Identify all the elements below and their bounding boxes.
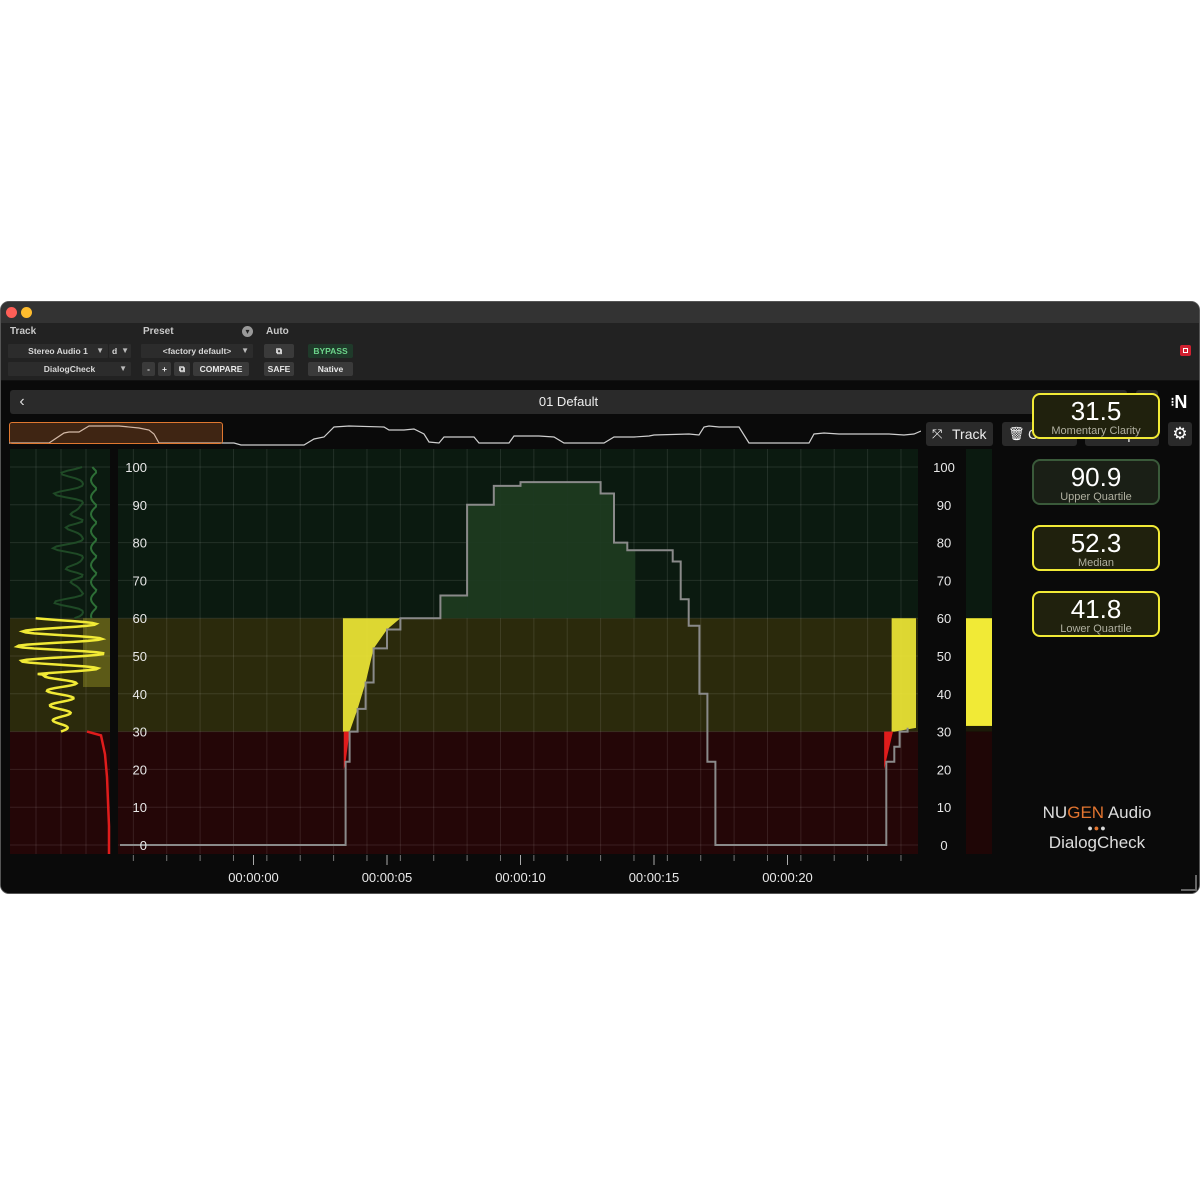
readout-value: 90.9 [1070, 462, 1122, 492]
x-tick-label: 00:00:05 [362, 870, 413, 885]
title-bar [1, 302, 1199, 323]
y-tick-label: 10 [133, 800, 147, 815]
y-tick-label-right: 70 [937, 573, 951, 588]
nugen-logo-icon[interactable]: ⁝N [1167, 390, 1191, 414]
track-icon: ⤧ [932, 426, 943, 441]
trash-icon: 🗑 [1008, 426, 1025, 441]
y-tick-label: 90 [133, 498, 147, 513]
track-name: Stereo Audio 1 [28, 346, 88, 356]
meter-zone-green [966, 449, 992, 619]
track-button[interactable]: ⤧ Track [926, 422, 993, 446]
area-fill-yellow [891, 618, 916, 732]
x-tick-label: 00:00:10 [495, 870, 546, 885]
readout-value: 41.8 [1070, 594, 1122, 624]
compare-button[interactable]: COMPARE [193, 362, 249, 376]
safe-button[interactable]: SAFE [264, 362, 294, 376]
track-selector[interactable]: Stereo Audio 1 ▼ [8, 344, 108, 358]
chevron-left-icon[interactable]: ‹ [10, 390, 34, 414]
preset-prev-button[interactable]: - [142, 362, 155, 376]
native-button[interactable]: Native [308, 362, 353, 376]
insert-selector[interactable]: DialogCheck ▼ [8, 362, 131, 376]
chevron-down-icon: ▼ [96, 346, 104, 355]
readout-upper-quartile: 90.9 Upper Quartile [1032, 459, 1160, 505]
resize-handle-icon[interactable] [1181, 875, 1197, 891]
x-tick-label: 00:00:20 [762, 870, 813, 885]
meter-zone-red [966, 731, 992, 854]
preset-next-button[interactable]: + [158, 362, 171, 376]
y-tick-label: 50 [133, 649, 147, 664]
readout-value: 31.5 [1070, 396, 1122, 426]
preset-bar: 01 Default ‹ › [10, 390, 1127, 414]
y-tick-label-right: 0 [940, 838, 947, 853]
readout-label: Median [1077, 557, 1115, 569]
chevron-down-icon: ▼ [241, 346, 249, 355]
y-tick-label: 30 [133, 725, 147, 740]
clarity-meter-bar [966, 618, 992, 726]
brand-logo: NUGEN Audio ●●● DialogCheck [1021, 803, 1173, 853]
chevron-down-icon: ▼ [119, 364, 127, 373]
track-channel-selector[interactable]: d ▼ [109, 344, 131, 358]
y-tick-label: 0 [140, 838, 147, 853]
y-tick-label-right: 60 [937, 611, 951, 626]
automation-icon[interactable]: ⧉ [264, 344, 294, 358]
overview-selection[interactable] [9, 422, 223, 444]
y-tick-label: 20 [133, 762, 147, 777]
y-tick-label: 100 [125, 460, 147, 475]
readout-value: 52.3 [1070, 528, 1122, 558]
gear-icon[interactable]: ⚙ [1168, 422, 1192, 446]
y-tick-label-right: 90 [937, 498, 951, 513]
preset-menu-icon[interactable]: ▾ [242, 326, 253, 337]
readout-label: Lower Quartile [1060, 623, 1132, 635]
readout-median: 52.3 Median [1032, 525, 1160, 571]
chevron-down-icon: ▼ [121, 346, 129, 355]
copy-settings-icon[interactable]: ⧉ [174, 362, 190, 376]
y-tick-label-right: 80 [937, 536, 951, 551]
readout-label: Momentary Clarity [1051, 425, 1141, 437]
histogram-divider [110, 449, 118, 854]
timeline-overview[interactable] [9, 421, 921, 447]
preset-title[interactable]: 01 Default [10, 390, 1127, 414]
preset-label: Preset [143, 326, 174, 337]
y-tick-label-right: 50 [937, 649, 951, 664]
y-tick-label-right: 30 [937, 725, 951, 740]
dialogcheck-plugin: 01 Default ‹ › ? ⁝N ⤧ Track 🗑 Clear ⇪ Ex… [1, 381, 1199, 893]
clip-indicator-icon[interactable] [1180, 345, 1191, 356]
close-window-button[interactable] [6, 307, 17, 318]
bypass-button[interactable]: BYPASS [308, 344, 353, 358]
product-name: DialogCheck [1048, 833, 1146, 852]
preset-selector[interactable]: <factory default> ▼ [141, 344, 253, 358]
plugin-window: Track Preset ▾ Auto Stereo Audio 1 ▼ d ▼… [1, 302, 1199, 893]
zone-red [10, 731, 918, 854]
y-tick-label: 80 [133, 536, 147, 551]
auto-label: Auto [266, 326, 289, 337]
track-suffix: d [112, 346, 118, 356]
y-tick-label: 60 [133, 611, 147, 626]
readout-label: Upper Quartile [1060, 491, 1132, 503]
y-tick-label-right: 20 [937, 762, 951, 777]
host-header: Track Preset ▾ Auto Stereo Audio 1 ▼ d ▼… [1, 323, 1199, 381]
y-tick-label-right: 10 [937, 800, 951, 815]
y-tick-label-right: 40 [937, 687, 951, 702]
brand-dots-icon: ●●● [1087, 823, 1107, 833]
readout-momentary-clarity: 31.5 Momentary Clarity [1032, 393, 1160, 439]
x-tick-label: 00:00:00 [228, 870, 279, 885]
zone-yellow [10, 618, 918, 732]
minimize-window-button[interactable] [21, 307, 32, 318]
clarity-graph[interactable]: 1009080706050403020100 10090807060504030… [1, 449, 1001, 893]
track-label: Track [10, 326, 37, 337]
preset-name: <factory default> [162, 346, 232, 356]
readout-lower-quartile: 41.8 Lower Quartile [1032, 591, 1160, 637]
insert-name: DialogCheck [43, 364, 96, 374]
y-tick-label-right: 100 [933, 460, 955, 475]
y-tick-label: 70 [133, 573, 147, 588]
y-tick-label: 40 [133, 687, 147, 702]
x-tick-label: 00:00:15 [629, 870, 680, 885]
